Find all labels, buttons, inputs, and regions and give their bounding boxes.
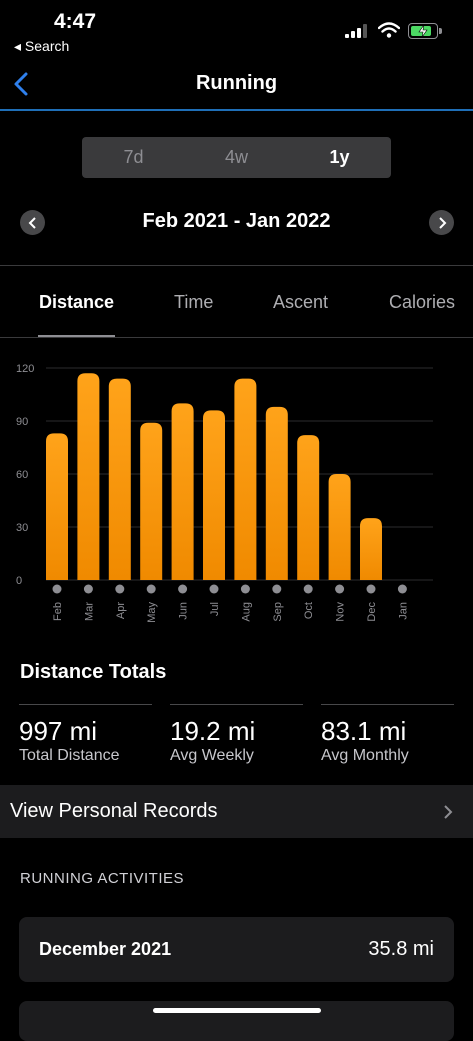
tab-ascent[interactable]: Ascent xyxy=(273,292,328,313)
stat-divider xyxy=(321,704,454,705)
stat-divider xyxy=(170,704,303,705)
x-tick-label: Aug xyxy=(240,602,252,622)
tab-calories[interactable]: Calories xyxy=(389,292,455,313)
distance-bar-chart: 0 30 60 90 120 Feb Mar Apr May Jun Jul Aug Sep Oct No… xyxy=(16,363,433,623)
y-tick-label: 90 xyxy=(16,416,28,428)
month-dot xyxy=(146,584,156,594)
tabs-divider xyxy=(0,337,473,338)
x-tick-label: Sep xyxy=(272,602,284,622)
wifi-icon xyxy=(378,22,400,38)
month-dot xyxy=(178,584,188,594)
month-dot xyxy=(272,584,282,594)
running-activities-header: RUNNING ACTIVITIES xyxy=(20,870,185,887)
month-dot xyxy=(303,584,313,594)
range-tab-4w[interactable]: 4w xyxy=(185,137,288,178)
bar-mar[interactable] xyxy=(77,373,100,580)
bar-jul[interactable] xyxy=(203,410,225,580)
page-title: Running xyxy=(195,72,278,94)
avg-weekly-label: Avg Weekly xyxy=(170,747,254,764)
month-dot xyxy=(209,584,219,594)
bar-nov[interactable] xyxy=(328,474,351,580)
x-tick-label: May xyxy=(146,602,158,623)
bar-may[interactable] xyxy=(140,422,163,580)
month-dot xyxy=(366,584,376,594)
total-distance-label: Total Distance xyxy=(19,747,120,764)
activity-card[interactable]: December 2021 35.8 mi xyxy=(19,917,454,982)
x-tick-label: Mar xyxy=(83,602,95,621)
total-distance-value: 997 mi xyxy=(19,716,98,746)
section-divider xyxy=(0,265,473,266)
bar-apr[interactable] xyxy=(108,378,131,580)
view-personal-records-row[interactable]: View Personal Records xyxy=(0,785,473,838)
range-segmented-control: 7d 4w 1y xyxy=(82,137,391,178)
range-tab-1y[interactable]: 1y xyxy=(288,137,391,178)
range-tab-7d[interactable]: 7d xyxy=(82,137,185,178)
avg-monthly-value: 83.1 mi xyxy=(321,716,407,746)
tab-time[interactable]: Time xyxy=(174,292,213,313)
cellular-signal-icon xyxy=(345,24,367,38)
tab-distance[interactable]: Distance xyxy=(39,292,114,313)
x-tick-label: Feb xyxy=(52,602,64,621)
month-dot xyxy=(397,584,407,594)
month-dot xyxy=(52,584,62,594)
stat-divider xyxy=(19,704,152,705)
y-tick-label: 120 xyxy=(16,363,34,375)
chevron-right-icon xyxy=(444,805,453,819)
home-indicator[interactable] xyxy=(153,1008,321,1013)
bar-oct[interactable] xyxy=(297,435,320,580)
bar-jun[interactable] xyxy=(171,403,194,580)
distance-totals-title: Distance Totals xyxy=(20,661,167,683)
month-dot xyxy=(240,584,250,594)
x-tick-label: Jun xyxy=(178,602,190,620)
view-personal-records-label: View Personal Records xyxy=(10,800,218,822)
avg-weekly-value: 19.2 mi xyxy=(170,716,256,746)
x-tick-label: Jan xyxy=(397,602,409,620)
x-tick-label: Dec xyxy=(366,602,378,622)
bar-aug[interactable] xyxy=(234,378,257,580)
back-to-search-link[interactable]: ◂ Search xyxy=(14,38,69,55)
y-tick-label: 30 xyxy=(16,522,28,534)
bar-sep[interactable] xyxy=(265,406,288,580)
x-tick-label: Nov xyxy=(335,602,347,622)
activity-month: December 2021 xyxy=(39,939,172,959)
bar-feb[interactable] xyxy=(46,433,68,580)
month-dot xyxy=(83,584,93,594)
activity-distance: 35.8 mi xyxy=(368,938,434,960)
avg-monthly-label: Avg Monthly xyxy=(321,747,409,764)
month-dot xyxy=(115,584,125,594)
chevron-right-icon xyxy=(438,216,446,229)
activity-card[interactable] xyxy=(19,1001,454,1041)
next-range-button[interactable] xyxy=(429,210,454,235)
y-tick-label: 60 xyxy=(16,469,28,481)
y-tick-label: 0 xyxy=(16,575,22,587)
status-time: 4:47 xyxy=(54,10,97,33)
month-dot xyxy=(335,584,345,594)
x-tick-label: Apr xyxy=(115,602,127,619)
battery-charging-icon xyxy=(408,23,442,39)
bar-dec[interactable] xyxy=(360,518,382,580)
date-range-label: Feb 2021 - Jan 2022 xyxy=(142,210,331,232)
x-tick-label: Jul xyxy=(209,602,221,616)
x-tick-label: Oct xyxy=(303,602,315,619)
nav-divider xyxy=(0,109,473,111)
